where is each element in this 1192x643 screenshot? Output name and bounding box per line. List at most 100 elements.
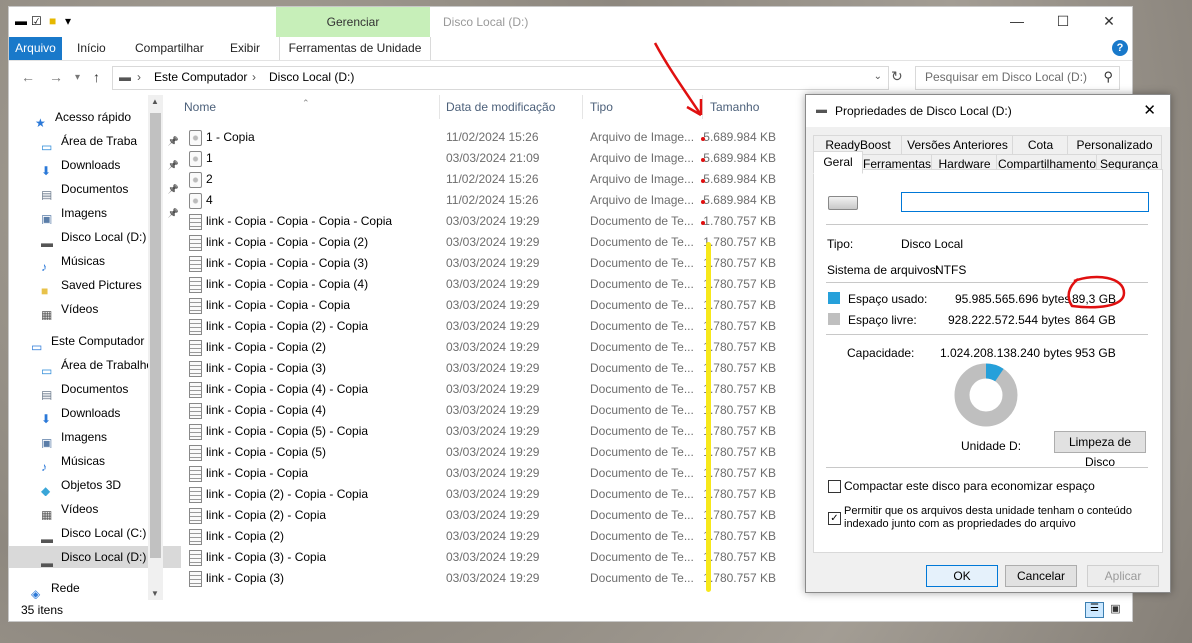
dialog-close-button[interactable]: ✕: [1143, 101, 1156, 119]
sidebar-item[interactable]: ▭ Este Computador: [9, 330, 171, 352]
file-date: 03/03/2024 19:29: [446, 361, 540, 375]
table-row[interactable]: link - Copia (2) - Copia - Copia 03/03/20…: [179, 484, 779, 505]
ok-button[interactable]: OK: [926, 565, 998, 587]
tab-inicio[interactable]: Início: [77, 37, 106, 60]
table-row[interactable]: link - Copia - Copia (2) 03/03/2024 19:29…: [179, 337, 779, 358]
address-bar[interactable]: ▬ › Este Computador › Disco Local (D:) ⌄: [112, 66, 889, 90]
navigation-scrollbar[interactable]: ▲ ▼: [148, 95, 163, 600]
text-document-icon: [189, 571, 202, 587]
tab-arquivo[interactable]: Arquivo: [9, 37, 62, 60]
maximize-button[interactable]: ☐: [1040, 7, 1086, 37]
up-arrow-icon[interactable]: ↑: [93, 69, 100, 85]
table-row[interactable]: link - Copia - Copia (4) 03/03/2024 19:29…: [179, 400, 779, 421]
table-row[interactable]: link - Copia - Copia - Copia 03/03/2024 1…: [179, 295, 779, 316]
table-row[interactable]: 4 11/02/2024 15:26 Arquivo de Image... 5.68…: [179, 190, 779, 211]
file-date: 03/03/2024 19:29: [446, 214, 540, 228]
breadcrumb-este-computador[interactable]: Este Computador: [154, 70, 247, 84]
column-divider[interactable]: [582, 95, 583, 119]
disk-cleanup-button[interactable]: Limpeza de Disco: [1054, 431, 1146, 469]
table-row[interactable]: link - Copia - Copia (5) 03/03/2024 19:29…: [179, 442, 779, 463]
sidebar-item-label: Downloads: [61, 158, 121, 172]
scroll-up-icon[interactable]: ▲: [151, 97, 159, 106]
close-button[interactable]: ✕: [1086, 7, 1132, 37]
table-row[interactable]: link - Copia (2) 03/03/2024 19:29 Document…: [179, 526, 779, 547]
large-icons-view-icon[interactable]: ▣: [1107, 602, 1124, 616]
pin-icon[interactable]: 📌: [168, 202, 179, 224]
column-header-tipo[interactable]: Tipo: [590, 95, 613, 119]
separator: [826, 224, 1148, 225]
table-row[interactable]: link - Copia - Copia - Copia (4) 03/03/20…: [179, 274, 779, 295]
file-date: 03/03/2024 19:29: [446, 277, 540, 291]
column-divider[interactable]: [439, 95, 440, 119]
table-row[interactable]: link - Copia - Copia - Copia (3) 03/03/20…: [179, 253, 779, 274]
drive-name-input[interactable]: [901, 192, 1149, 212]
table-row[interactable]: link - Copia - Copia (4) - Copia 03/03/20…: [179, 379, 779, 400]
help-button[interactable]: ?: [1112, 40, 1128, 56]
tab-cota[interactable]: Cota: [1012, 135, 1069, 155]
file-type: Documento de Te...: [590, 340, 693, 354]
file-type: Documento de Te...: [590, 487, 693, 501]
table-row[interactable]: link - Copia - Copia (5) - Copia 03/03/20…: [179, 421, 779, 442]
red-dot-annotation: [701, 179, 705, 183]
sidebar-item-label: Disco Local (D:): [61, 550, 147, 564]
quick-access-dropdown-icon[interactable]: ▾: [65, 14, 71, 28]
sidebar-item-label: Rede: [51, 581, 80, 595]
column-header-data[interactable]: Data de modificação: [446, 95, 555, 119]
breadcrumb-disco-local-d[interactable]: Disco Local (D:): [269, 70, 354, 84]
sidebar-item[interactable]: ◈ Rede: [9, 577, 171, 599]
scroll-thumb[interactable]: [150, 113, 161, 558]
file-name: link - Copia - Copia (5): [206, 445, 327, 459]
text-document-icon: [189, 298, 202, 314]
tab-geral[interactable]: Geral: [813, 151, 863, 174]
apply-button[interactable]: Aplicar: [1087, 565, 1159, 587]
column-header-nome[interactable]: Nome: [184, 95, 216, 119]
file-type: Documento de Te...: [590, 214, 693, 228]
forward-arrow-icon[interactable]: →: [49, 69, 63, 85]
file-type: Documento de Te...: [590, 298, 693, 312]
tab-compartilhar[interactable]: Compartilhar: [135, 37, 204, 60]
red-circle-annotation: [1067, 275, 1126, 309]
minimize-button[interactable]: —: [994, 7, 1040, 37]
tab-ferramentas-de-unidade[interactable]: Ferramentas de Unidade: [279, 37, 431, 60]
table-row[interactable]: link - Copia - Copia (3) 03/03/2024 19:29…: [179, 358, 779, 379]
tab-personalizado[interactable]: Personalizado: [1067, 135, 1162, 155]
item-count: 35 itens: [21, 603, 64, 617]
search-input[interactable]: Pesquisar em Disco Local (D:) ⚲: [915, 66, 1120, 90]
table-row[interactable]: link - Copia - Copia - Copia - Copia 03/0…: [179, 211, 779, 232]
refresh-icon[interactable]: ↻: [891, 68, 903, 85]
address-dropdown-icon[interactable]: ⌄: [874, 71, 882, 82]
tab-exibir[interactable]: Exibir: [230, 37, 260, 60]
pin-icon[interactable]: 📌: [168, 154, 179, 176]
pin-icon[interactable]: 📌: [168, 178, 179, 200]
dialog-title: Propriedades de Disco Local (D:): [835, 104, 1012, 118]
new-folder-icon[interactable]: ■: [49, 14, 56, 28]
table-row[interactable]: link - Copia (3) 03/03/2024 19:29 Document…: [179, 568, 779, 589]
status-bar: 35 itens ☰ ▣: [9, 601, 1132, 621]
compress-checkbox[interactable]: [828, 480, 841, 493]
file-name: 2: [206, 172, 213, 186]
table-row[interactable]: 1 - Copia 11/02/2024 15:26 Arquivo de Imag…: [179, 127, 779, 148]
details-view-icon[interactable]: ☰: [1085, 602, 1104, 618]
properties-check-icon[interactable]: ☑: [31, 14, 42, 28]
table-row[interactable]: link - Copia (3) - Copia 03/03/2024 19:29…: [179, 547, 779, 568]
cancel-button[interactable]: Cancelar: [1005, 565, 1077, 587]
drive-icon: ▬: [816, 104, 827, 116]
table-row[interactable]: 1 03/03/2024 21:09 Arquivo de Image... 5.68…: [179, 148, 779, 169]
table-row[interactable]: link - Copia - Copia - Copia (2) 03/03/20…: [179, 232, 779, 253]
recent-chevron-icon[interactable]: ▾: [75, 72, 80, 83]
back-arrow-icon[interactable]: ←: [21, 69, 35, 85]
pin-icon[interactable]: 📌: [168, 130, 179, 152]
table-row[interactable]: link - Copia - Copia 03/03/2024 19:29 Docu…: [179, 463, 779, 484]
scroll-down-icon[interactable]: ▼: [151, 589, 159, 598]
column-header-tamanho[interactable]: Tamanho: [710, 95, 759, 119]
file-name: link - Copia - Copia - Copia: [206, 298, 351, 312]
table-row[interactable]: link - Copia (2) - Copia 03/03/2024 19:29…: [179, 505, 779, 526]
tab-versoes-anteriores[interactable]: Versões Anteriores: [901, 135, 1014, 155]
drive-icon: ▬: [15, 14, 27, 28]
table-row[interactable]: 2 11/02/2024 15:26 Arquivo de Image... 5.68…: [179, 169, 779, 190]
red-dot-annotation: [701, 137, 705, 141]
file-date: 03/03/2024 19:29: [446, 256, 540, 270]
index-checkbox[interactable]: ✓: [828, 512, 841, 525]
table-row[interactable]: link - Copia - Copia (2) - Copia 03/03/20…: [179, 316, 779, 337]
file-type: Documento de Te...: [590, 466, 693, 480]
